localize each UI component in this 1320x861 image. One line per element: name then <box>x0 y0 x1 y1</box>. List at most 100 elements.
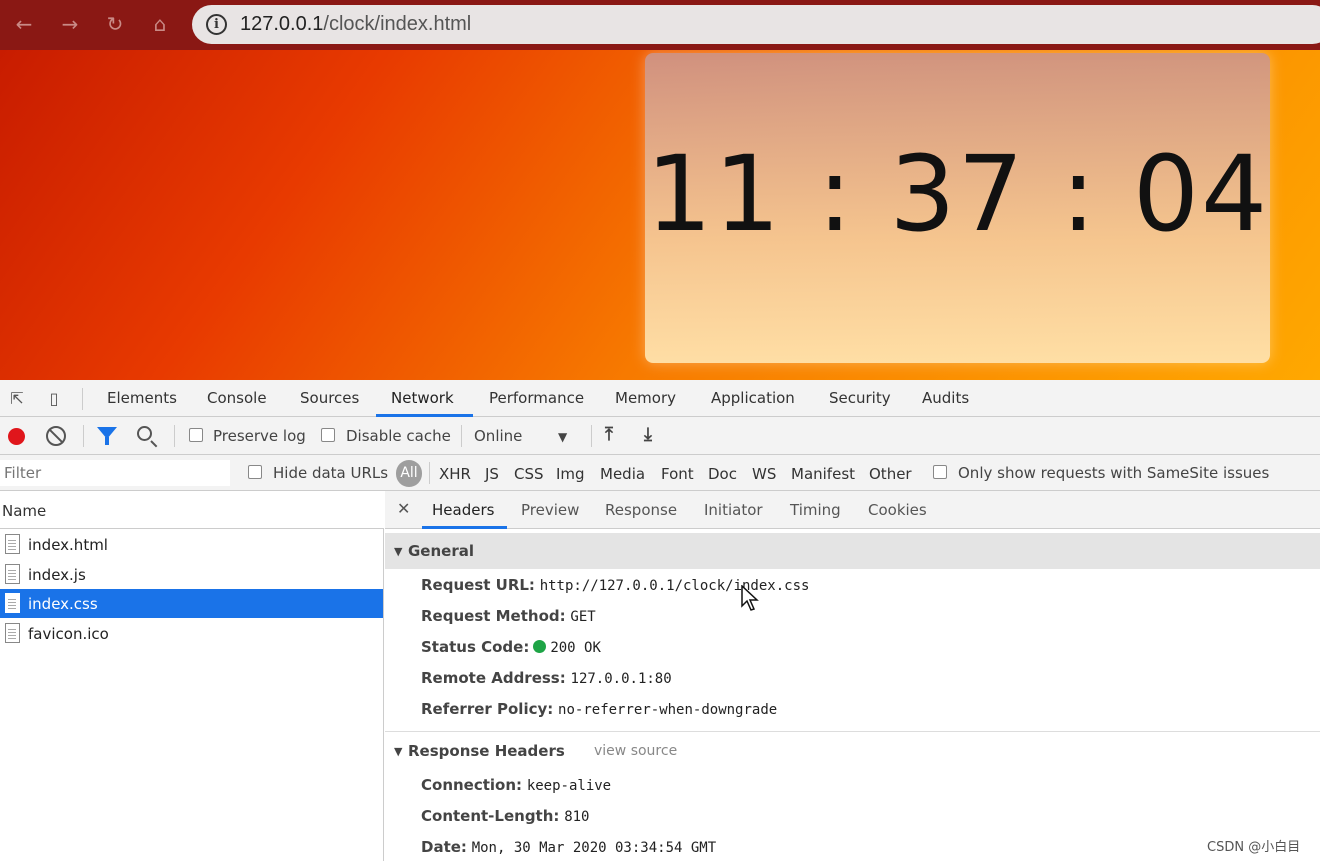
tab-security[interactable]: Security <box>829 389 891 407</box>
tab-network[interactable]: Network <box>391 389 454 407</box>
content-length-key: Content-Length: <box>421 807 560 825</box>
type-filter-manifest[interactable]: Manifest <box>791 465 855 483</box>
filter-input[interactable] <box>0 460 230 486</box>
type-filter-css[interactable]: CSS <box>514 465 544 483</box>
separator <box>429 462 430 484</box>
samesite-checkbox[interactable] <box>933 465 947 479</box>
inspect-element-icon[interactable]: ⇱ <box>6 388 28 410</box>
tab-memory[interactable]: Memory <box>615 389 676 407</box>
search-icon[interactable] <box>137 426 152 441</box>
request-method-key: Request Method: <box>421 607 566 625</box>
type-filter-all[interactable]: All <box>396 460 422 487</box>
address-bar[interactable]: i 127.0.0.1/clock/index.html <box>192 5 1320 44</box>
import-har-icon[interactable]: ⤒ <box>605 424 613 445</box>
separator <box>82 388 83 410</box>
request-row-favicon[interactable]: favicon.ico <box>0 619 383 648</box>
back-icon[interactable]: ← <box>10 10 38 38</box>
name-header-label: Name <box>2 502 47 520</box>
reload-icon[interactable]: ↻ <box>101 10 129 38</box>
type-filter-xhr[interactable]: XHR <box>439 465 471 483</box>
request-row-index-html[interactable]: index.html <box>0 530 383 559</box>
date-key: Date: <box>421 838 467 856</box>
connection-key: Connection: <box>421 776 523 794</box>
info-icon[interactable]: i <box>206 14 227 35</box>
clock-time: 11 : 37 : 04 <box>645 133 1270 255</box>
referrer-policy-key: Referrer Policy: <box>421 700 554 718</box>
name-column-header[interactable]: Name <box>0 491 384 529</box>
request-name: favicon.ico <box>28 625 109 643</box>
url-path: /clock/index.html <box>323 13 472 35</box>
mouse-cursor-icon <box>741 585 759 611</box>
page-viewport: 11 : 37 : 04 <box>0 50 1320 380</box>
request-method-row: Request Method: GET <box>421 607 596 625</box>
tab-performance[interactable]: Performance <box>489 389 584 407</box>
request-name: index.html <box>28 536 108 554</box>
type-filter-font[interactable]: Font <box>661 465 694 483</box>
request-name: index.css <box>28 595 98 613</box>
caret-down-icon: ▼ <box>394 545 403 558</box>
hide-data-urls-checkbox[interactable] <box>248 465 262 479</box>
remote-address-row: Remote Address: 127.0.0.1:80 <box>421 669 672 687</box>
request-url-value: http://127.0.0.1/clock/index.css <box>539 578 810 594</box>
date-value: Mon, 30 Mar 2020 03:34:54 GMT <box>471 840 717 856</box>
tab-initiator[interactable]: Initiator <box>704 501 763 519</box>
close-icon[interactable]: ✕ <box>397 499 410 518</box>
separator <box>591 425 592 447</box>
filter-icon[interactable] <box>97 427 117 445</box>
type-filter-other[interactable]: Other <box>869 465 912 483</box>
preserve-log-checkbox[interactable] <box>189 428 203 442</box>
request-row-index-css[interactable]: index.css <box>0 589 383 618</box>
request-details: ✕ Headers Preview Response Initiator Tim… <box>385 491 1320 861</box>
forward-icon[interactable]: → <box>56 10 84 38</box>
remote-address-value: 127.0.0.1:80 <box>570 671 672 687</box>
url-host: 127.0.0.1 <box>240 13 324 35</box>
url-text[interactable]: 127.0.0.1/clock/index.html <box>240 13 471 36</box>
tab-elements[interactable]: Elements <box>107 389 177 407</box>
connection-value: keep-alive <box>526 778 612 794</box>
chevron-down-icon[interactable]: ▼ <box>558 430 567 444</box>
browser-toolbar: ← → ↻ ⌂ i 127.0.0.1/clock/index.html <box>0 0 1320 50</box>
devtools-tabbar: ⇱ ▯ Elements Console Sources Network Per… <box>0 380 1320 417</box>
document-icon <box>5 534 20 554</box>
type-filter-js[interactable]: JS <box>485 465 499 483</box>
disable-cache-checkbox[interactable] <box>321 428 335 442</box>
divider <box>385 731 1320 732</box>
tab-console[interactable]: Console <box>207 389 267 407</box>
request-row-index-js[interactable]: index.js <box>0 560 383 589</box>
type-filter-ws[interactable]: WS <box>752 465 776 483</box>
record-icon[interactable] <box>8 428 25 445</box>
status-code-row: Status Code: 200 OK <box>421 638 601 656</box>
view-source-link[interactable]: view source <box>594 743 677 759</box>
hide-data-urls-label: Hide data URLs <box>273 464 389 482</box>
home-icon[interactable]: ⌂ <box>146 10 174 38</box>
tab-sources[interactable]: Sources <box>300 389 359 407</box>
active-detail-tab-indicator <box>422 526 507 529</box>
tab-timing[interactable]: Timing <box>790 501 841 519</box>
tab-cookies[interactable]: Cookies <box>868 501 927 519</box>
type-filter-media[interactable]: Media <box>600 465 645 483</box>
content-length-value: 810 <box>564 809 590 825</box>
clear-icon[interactable] <box>46 426 66 446</box>
clock-card: 11 : 37 : 04 <box>645 53 1270 363</box>
tab-application[interactable]: Application <box>711 389 795 407</box>
status-code-value: 200 OK <box>550 640 601 656</box>
device-toolbar-icon[interactable]: ▯ <box>43 388 65 410</box>
separator <box>83 425 84 447</box>
separator <box>461 425 462 447</box>
request-name: index.js <box>28 566 86 584</box>
referrer-policy-row: Referrer Policy: no-referrer-when-downgr… <box>421 700 777 718</box>
tab-headers[interactable]: Headers <box>432 501 494 519</box>
general-section-header[interactable]: ▼ General <box>385 533 1320 569</box>
remote-address-key: Remote Address: <box>421 669 566 687</box>
watermark: CSDN @小白目 <box>1207 840 1301 855</box>
throttling-select[interactable]: Online <box>474 427 522 445</box>
tab-response[interactable]: Response <box>605 501 677 519</box>
type-filter-doc[interactable]: Doc <box>708 465 737 483</box>
separator <box>174 425 175 447</box>
type-filter-img[interactable]: Img <box>556 465 585 483</box>
devtools-panel: ⇱ ▯ Elements Console Sources Network Per… <box>0 380 1320 861</box>
export-har-icon[interactable]: ⤓ <box>644 424 652 445</box>
tab-audits[interactable]: Audits <box>922 389 969 407</box>
tab-preview[interactable]: Preview <box>521 501 579 519</box>
response-headers-section-header[interactable]: ▼ Response Headers view source <box>385 733 1320 769</box>
